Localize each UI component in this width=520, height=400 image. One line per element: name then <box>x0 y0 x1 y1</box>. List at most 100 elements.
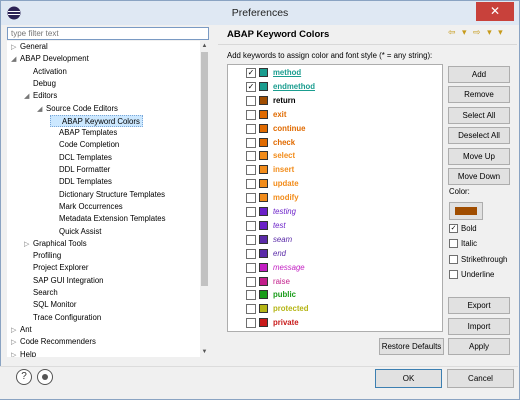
tree-item[interactable]: Quick Assist <box>50 226 101 238</box>
tree-scrollbar-thumb[interactable] <box>201 52 208 286</box>
tree-item[interactable]: Activation <box>24 66 67 78</box>
add-button[interactable]: Add <box>448 66 510 83</box>
expand-twisty-icon[interactable]: ▷ <box>11 350 20 358</box>
expand-twisty-icon[interactable]: ◢ <box>37 104 46 116</box>
keyword-color-swatch <box>259 318 268 328</box>
font-style-checkbox[interactable]: ✓ <box>449 224 458 233</box>
keyword-label: method <box>273 68 302 77</box>
keyword-color-swatch <box>259 262 268 272</box>
keyword-label: endmethod <box>273 81 316 91</box>
expand-twisty-icon[interactable]: ▷ <box>24 239 33 251</box>
keyword-label: check <box>273 137 296 147</box>
tree-item[interactable]: ◢ Source Code Editors <box>37 103 118 115</box>
deselect-all-button[interactable]: Deselect All <box>448 127 510 144</box>
restore-defaults-button[interactable]: Restore Defaults <box>379 338 444 355</box>
keyword-label: exit <box>273 109 287 119</box>
apply-button[interactable]: Apply <box>448 338 510 355</box>
keyword-label: insert <box>273 165 295 175</box>
keyword-color-swatch <box>259 68 268 77</box>
tree-item[interactable]: ▷ Code Recommenders <box>11 336 96 348</box>
keyword-checkbox[interactable] <box>246 290 256 301</box>
keyword-checkbox[interactable] <box>246 248 256 259</box>
tree-item[interactable]: DDL Templates <box>50 176 112 188</box>
expand-twisty-icon[interactable]: ▷ <box>11 325 20 337</box>
keyword-checkbox[interactable]: ✓ <box>246 81 256 92</box>
keyword-checkbox[interactable] <box>246 151 256 162</box>
keyword-checkbox[interactable] <box>246 318 256 329</box>
tree-item[interactable]: ▷ Ant <box>11 324 32 336</box>
scroll-up-arrow-icon[interactable]: ▲ <box>200 41 209 51</box>
keyword-label: end <box>273 248 287 258</box>
keyword-checkbox[interactable] <box>246 234 256 245</box>
tree-item[interactable]: ◢ Editors <box>24 90 57 102</box>
tree-item[interactable]: Project Explorer <box>24 262 88 274</box>
keyword-color-swatch <box>259 165 268 175</box>
navigation-arrows-icon[interactable]: ⇦ ▾ ⇨ ▾ ▾ <box>448 27 505 38</box>
tree-item[interactable]: ▷ Help <box>11 349 36 358</box>
keyword-label: continue <box>273 123 306 133</box>
filter-input[interactable] <box>7 27 209 40</box>
keyword-color-swatch <box>259 95 268 105</box>
tree-item[interactable]: ▷ General <box>11 41 48 53</box>
font-style-checkbox[interactable] <box>449 254 458 264</box>
tree-item[interactable]: SQL Monitor <box>24 299 76 311</box>
tree-item[interactable]: Metadata Extension Templates <box>50 213 165 225</box>
tree-item[interactable]: SAP GUI Integration <box>24 275 104 287</box>
keyword-color-swatch <box>259 276 268 286</box>
expand-twisty-icon[interactable]: ▷ <box>11 42 20 54</box>
keyword-checkbox[interactable]: ✓ <box>246 68 256 78</box>
import-button[interactable]: Import <box>448 318 510 335</box>
keyword-checkbox[interactable] <box>246 137 256 148</box>
expand-twisty-icon[interactable]: ◢ <box>24 91 33 103</box>
expand-twisty-icon[interactable]: ◢ <box>11 54 20 66</box>
keyword-color-swatch <box>259 193 268 203</box>
tree-item-label: Mark Occurrences <box>59 201 123 211</box>
pane-description: Add keywords to assign color and font st… <box>227 51 433 60</box>
cancel-button[interactable]: Cancel <box>447 369 514 388</box>
keyword-checkbox[interactable] <box>246 123 256 134</box>
tree-item[interactable]: Dictionary Structure Templates <box>50 189 165 201</box>
color-picker-button[interactable] <box>449 202 483 220</box>
keyword-checkbox[interactable] <box>246 109 256 120</box>
remove-button[interactable]: Remove <box>448 86 510 103</box>
move-up-button[interactable]: Move Up <box>448 148 510 165</box>
tree-item[interactable]: Profiling <box>24 250 61 262</box>
font-style-label: Italic <box>461 239 478 249</box>
keyword-label: protected <box>273 304 309 314</box>
tree-item[interactable]: Search <box>24 287 58 299</box>
close-button[interactable]: ✕ <box>476 2 514 21</box>
tree-item[interactable]: DCL Templates <box>50 152 112 164</box>
tree-item[interactable]: ABAP Keyword Colors <box>50 114 143 127</box>
help-icon[interactable]: ? <box>16 369 32 385</box>
ok-button[interactable]: OK <box>375 369 442 388</box>
keyword-label: update <box>273 179 299 189</box>
tree-item-label: Source Code Editors <box>46 103 118 113</box>
tree-item[interactable]: ABAP Templates <box>50 127 117 139</box>
keyword-checkbox[interactable] <box>246 262 256 273</box>
font-style-checkbox[interactable] <box>449 269 458 279</box>
select-all-button[interactable]: Select All <box>448 107 510 124</box>
tree-item[interactable]: Code Completion <box>50 139 119 151</box>
font-style-checkbox[interactable] <box>449 239 458 249</box>
keyword-checkbox[interactable] <box>246 165 256 176</box>
tree-item[interactable]: ▷ Graphical Tools <box>24 238 87 250</box>
tree-item[interactable]: DDL Formatter <box>50 164 110 176</box>
tree-item[interactable]: Mark Occurrences <box>50 201 123 213</box>
export-button[interactable]: Export <box>448 297 510 314</box>
scroll-down-arrow-icon[interactable]: ▼ <box>200 347 209 357</box>
tree-item[interactable]: ◢ ABAP Development <box>11 53 89 65</box>
move-down-button[interactable]: Move Down <box>448 168 510 185</box>
keyword-checkbox[interactable] <box>246 220 256 231</box>
tree-item[interactable]: Debug <box>24 78 56 90</box>
keyword-checkbox[interactable] <box>246 179 256 190</box>
preferences-record-icon[interactable] <box>37 369 53 385</box>
keyword-checkbox[interactable] <box>246 304 256 315</box>
expand-twisty-icon[interactable]: ▷ <box>11 337 20 349</box>
keyword-checkbox[interactable] <box>246 207 256 217</box>
keyword-checkbox[interactable] <box>246 276 256 287</box>
tree-item[interactable]: Trace Configuration <box>24 312 101 324</box>
keyword-color-swatch <box>259 81 268 91</box>
keyword-checkbox[interactable] <box>246 193 256 204</box>
keyword-color-swatch <box>259 304 268 314</box>
keyword-checkbox[interactable] <box>246 95 256 106</box>
